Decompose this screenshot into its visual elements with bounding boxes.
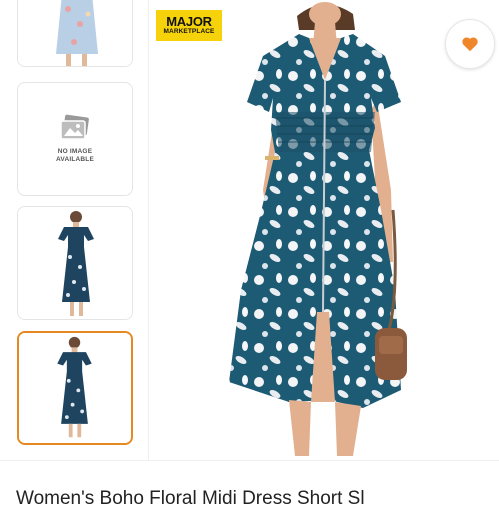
no-image-icon: [60, 114, 89, 140]
thumbnail-4-selected[interactable]: [17, 331, 133, 445]
marketplace-badge: MAJOR MARKETPLACE: [156, 10, 222, 41]
no-image-label: NO IMAGE AVAILABLE: [55, 148, 95, 163]
dress-photo-light-blue: [18, 0, 132, 66]
dress-photo-main: [229, 2, 407, 456]
main-product-image[interactable]: [148, 0, 499, 460]
heart-icon: [462, 37, 478, 52]
dress-photo-navy: [19, 333, 130, 442]
thumbnail-3[interactable]: [17, 206, 133, 320]
thumbnail-list: NO IMAGE AVAILABLE: [0, 0, 150, 460]
favorite-button[interactable]: [445, 19, 495, 69]
badge-line-2: MARKETPLACE: [163, 28, 215, 35]
thumbnail-1[interactable]: [17, 0, 133, 67]
thumbnail-2-placeholder[interactable]: NO IMAGE AVAILABLE: [17, 82, 133, 196]
dress-photo-navy: [18, 207, 132, 319]
divider: [0, 460, 499, 461]
badge-line-1: MAJOR: [166, 14, 212, 29]
product-title: Women's Boho Floral Midi Dress Short Sl: [16, 488, 365, 509]
